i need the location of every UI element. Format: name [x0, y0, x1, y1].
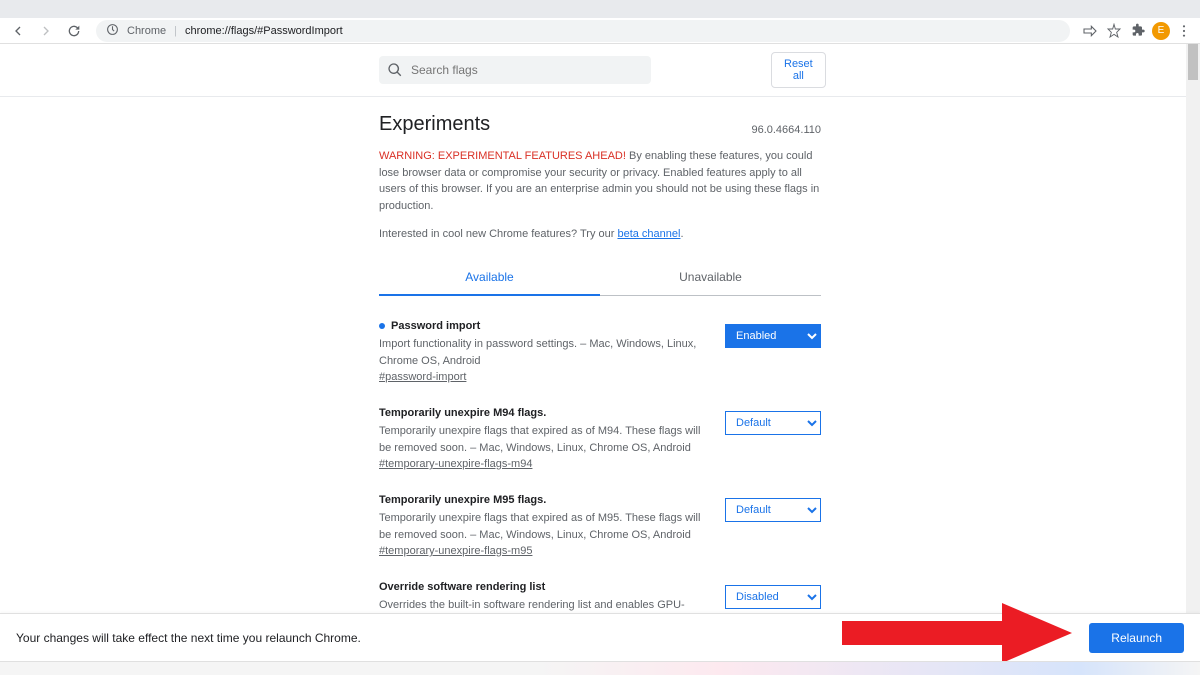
tabs: Available Unavailable [379, 260, 821, 296]
page-title: Experiments [379, 113, 490, 136]
window-bottom-edge [0, 661, 1200, 675]
flag-description: Import functionality in password setting… [379, 336, 709, 369]
beta-channel-link[interactable]: beta channel [617, 228, 680, 240]
flag-title: Password import [379, 320, 709, 332]
flag-hash-link[interactable]: #temporary-unexpire-flags-m95 [379, 545, 532, 557]
beta-line: Interested in cool new Chrome features? … [379, 228, 821, 240]
search-input[interactable] [379, 56, 651, 84]
flag-dropdown[interactable]: Disabled [725, 585, 821, 609]
bookmark-icon[interactable] [1104, 21, 1124, 41]
extensions-icon[interactable] [1128, 21, 1148, 41]
browser-toolbar: Chrome | chrome://flags/#PasswordImport … [0, 18, 1200, 44]
url-scheme: Chrome [127, 25, 166, 37]
share-icon[interactable] [1080, 21, 1100, 41]
flag-description: Temporarily unexpire flags that expired … [379, 423, 709, 456]
page-content: Reset all Experiments 96.0.4664.110 WARN… [0, 44, 1200, 613]
tab-strip [0, 0, 1200, 18]
relaunch-button[interactable]: Relaunch [1089, 623, 1184, 653]
search-icon [387, 62, 403, 78]
flag-title: Temporarily unexpire M94 flags. [379, 407, 709, 419]
flag-description: Temporarily unexpire flags that expired … [379, 510, 709, 543]
flag-item: Password import Import functionality in p… [379, 320, 821, 383]
site-info-icon[interactable] [106, 23, 119, 39]
tab-unavailable[interactable]: Unavailable [600, 260, 821, 296]
highlight-dot-icon [379, 323, 385, 329]
flag-dropdown[interactable]: Default [725, 411, 821, 435]
flag-item: Override software rendering list Override… [379, 581, 821, 613]
version-label: 96.0.4664.110 [751, 124, 821, 136]
flag-dropdown[interactable]: Default [725, 498, 821, 522]
flag-item: Temporarily unexpire M94 flags. Temporari… [379, 407, 821, 470]
url-text: chrome://flags/#PasswordImport [185, 25, 343, 37]
flag-dropdown[interactable]: Enabled [725, 324, 821, 348]
flag-description: Overrides the built-in software renderin… [379, 597, 709, 613]
tab-available[interactable]: Available [379, 260, 600, 296]
profile-avatar[interactable]: E [1152, 22, 1170, 40]
address-bar[interactable]: Chrome | chrome://flags/#PasswordImport [96, 20, 1070, 42]
annotation-arrow-icon [842, 603, 1072, 663]
forward-button[interactable] [34, 19, 58, 43]
flag-hash-link[interactable]: #password-import [379, 371, 466, 383]
menu-icon[interactable] [1174, 21, 1194, 41]
search-wrapper [379, 56, 651, 84]
reload-button[interactable] [62, 19, 86, 43]
flag-item: Temporarily unexpire M95 flags. Temporari… [379, 494, 821, 557]
back-button[interactable] [6, 19, 30, 43]
flags-list: Password import Import functionality in p… [379, 320, 821, 613]
flag-hash-link[interactable]: #temporary-unexpire-flags-m94 [379, 458, 532, 470]
flag-title: Temporarily unexpire M95 flags. [379, 494, 709, 506]
scrollbar-thumb[interactable] [1188, 44, 1198, 80]
reset-all-button[interactable]: Reset all [771, 52, 826, 88]
relaunch-message: Your changes will take effect the next t… [16, 631, 361, 645]
vertical-scrollbar[interactable] [1186, 44, 1200, 613]
warning-text: WARNING: EXPERIMENTAL FEATURES AHEAD! By… [379, 148, 821, 214]
flag-title: Override software rendering list [379, 581, 709, 593]
